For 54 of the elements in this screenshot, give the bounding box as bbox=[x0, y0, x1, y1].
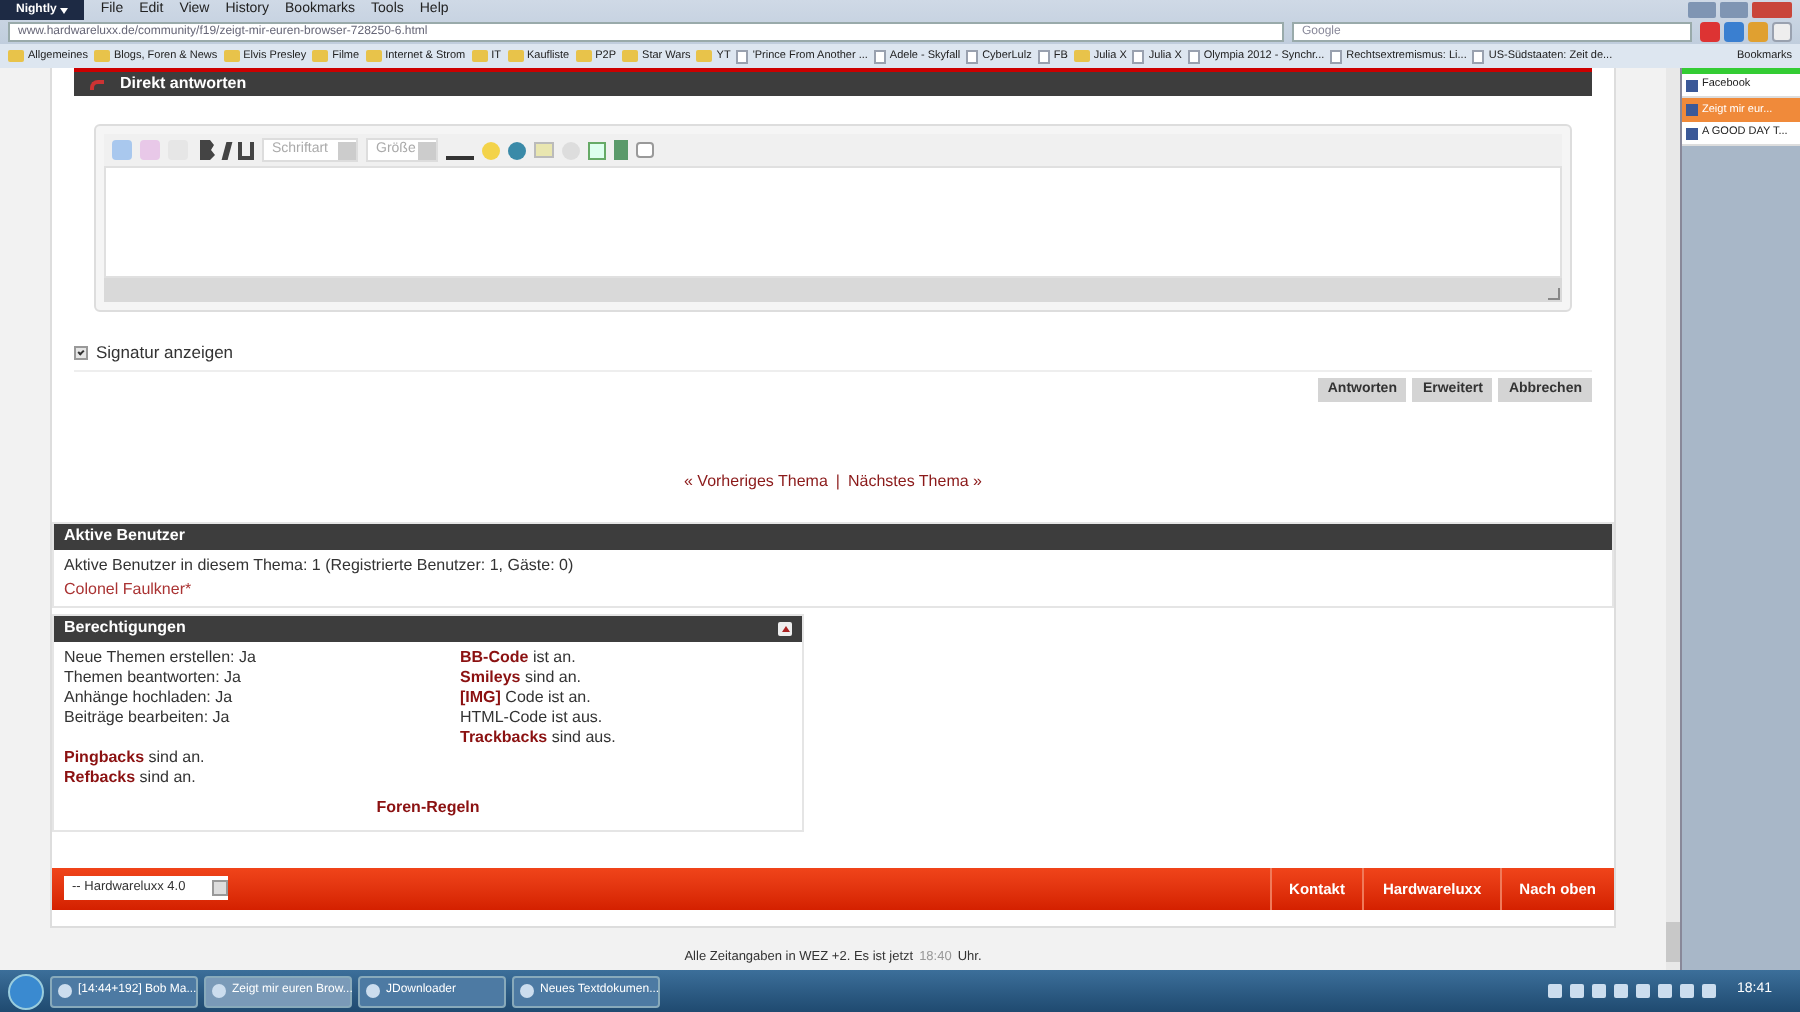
panel-title: Aktive Benutzer bbox=[64, 524, 185, 549]
folder-icon bbox=[696, 50, 713, 62]
page-icon bbox=[1187, 49, 1200, 63]
folder-icon bbox=[471, 50, 488, 62]
folder-icon bbox=[575, 50, 592, 62]
signature-checkbox[interactable] bbox=[74, 345, 88, 360]
page-icon bbox=[1037, 49, 1050, 63]
active-users-summary: Aktive Benutzer in diesem Thema: 1 (Registrierte Benutzer: 1, Gäste: 0) bbox=[64, 553, 576, 578]
page-icon bbox=[736, 49, 749, 63]
reply-arrow-icon bbox=[90, 79, 104, 89]
next-thread-link[interactable]: Nächstes Thema » bbox=[847, 469, 982, 494]
permission-text: Neue Themen erstellen: Ja bbox=[64, 647, 258, 668]
app-icon bbox=[520, 984, 534, 998]
site-icon bbox=[1686, 79, 1698, 91]
folder-icon bbox=[223, 50, 240, 62]
folder-icon bbox=[622, 50, 639, 62]
previous-thread-link[interactable]: « Vorheriges Thema bbox=[684, 469, 828, 494]
app-icon bbox=[58, 984, 72, 998]
resize-handle-icon[interactable] bbox=[1548, 288, 1560, 300]
bold-icon[interactable] bbox=[196, 140, 216, 160]
panel-title: Berechtigungen bbox=[64, 616, 186, 641]
folder-icon bbox=[507, 50, 524, 62]
user-link[interactable]: Colonel Faulkner* bbox=[64, 577, 1602, 602]
app-icon bbox=[212, 984, 226, 998]
reply-title: Direkt antworten bbox=[120, 72, 247, 96]
permission-text: HTML-Code ist aus. bbox=[460, 707, 605, 728]
permission-text: Themen beantworten: Ja bbox=[64, 667, 243, 688]
page-icon bbox=[1132, 49, 1145, 63]
page-icon bbox=[1472, 49, 1485, 63]
permission-text: Trackbacks sind aus. bbox=[460, 727, 618, 748]
permission-text: Pingbacks sind an. bbox=[64, 747, 207, 768]
caret-icon bbox=[60, 7, 69, 13]
folder-icon bbox=[8, 50, 24, 62]
permission-text: Refbacks sind an. bbox=[64, 767, 198, 788]
app-icon bbox=[366, 984, 380, 998]
collapse-icon[interactable] bbox=[778, 621, 792, 636]
italic-icon[interactable] bbox=[221, 141, 233, 159]
forum-rules-link[interactable]: Foren-Regeln bbox=[376, 797, 480, 818]
permission-text: BB-Code ist an. bbox=[460, 647, 578, 668]
page-icon bbox=[1330, 49, 1343, 63]
start-button[interactable] bbox=[8, 973, 44, 1009]
folder-icon bbox=[312, 50, 329, 62]
underline-icon[interactable] bbox=[238, 141, 254, 159]
permission-text: Smileys sind an. bbox=[460, 667, 583, 688]
permission-text: Anhänge hochladen: Ja bbox=[64, 687, 235, 708]
nav-separator: | bbox=[835, 469, 840, 494]
page-icon bbox=[873, 49, 886, 63]
permission-text: Beiträge bearbeiten: Ja bbox=[64, 707, 232, 728]
folder-icon bbox=[1073, 50, 1090, 62]
folder-icon bbox=[93, 50, 110, 62]
signature-label: Signatur anzeigen bbox=[96, 340, 234, 366]
folder-icon bbox=[365, 50, 382, 62]
page-icon bbox=[966, 49, 979, 63]
permission-text: [IMG] Code ist an. bbox=[460, 687, 593, 708]
